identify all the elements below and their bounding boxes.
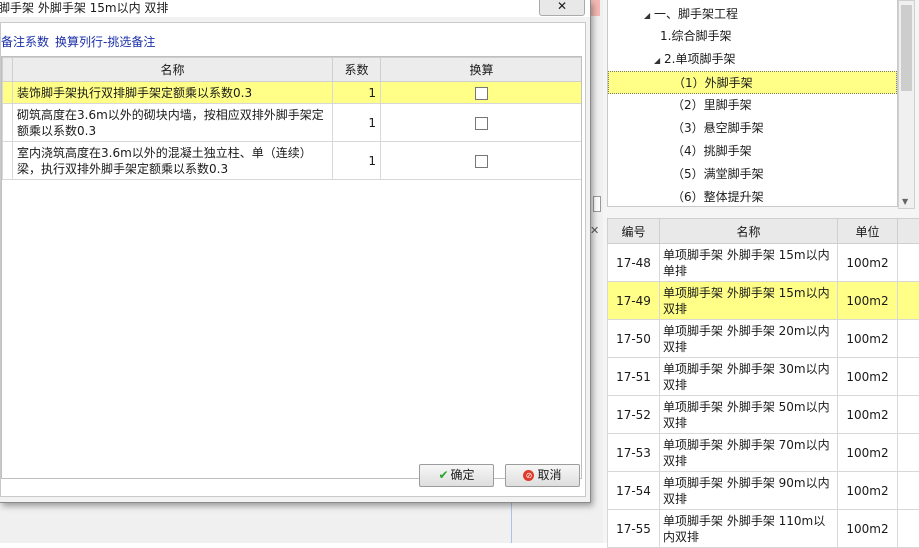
column-header-extra[interactable] bbox=[898, 219, 919, 244]
quota-extra bbox=[898, 282, 919, 320]
row-indicator bbox=[3, 82, 13, 104]
conversion-checkbox[interactable] bbox=[475, 155, 488, 168]
quota-name: 单项脚手架 外脚手架 30m以内双排 bbox=[660, 358, 838, 396]
quota-unit: 100m2 bbox=[838, 358, 898, 396]
table-row[interactable]: 砌筑高度在3.6m以外的砌块内墙，按相应双排外脚手架定额乘以系数0.3 1 bbox=[3, 104, 583, 142]
dialog-title: 脚手架 外脚手架 15m以内 双排 bbox=[0, 0, 590, 17]
conversion-checkbox[interactable] bbox=[475, 117, 488, 130]
remark-name: 室内浇筑高度在3.6m以外的混凝土独立柱、单（连续）梁，执行双排外脚手架定额乘以… bbox=[13, 142, 333, 180]
tree-item-cantilever-scaffold[interactable]: （4）挑脚手架 bbox=[608, 140, 919, 163]
quota-name: 单项脚手架 外脚手架 70m以内双排 bbox=[660, 434, 838, 472]
tree-item-scaffold-chapter[interactable]: ◢一、脚手架工程 bbox=[608, 3, 919, 26]
quota-code: 17-48 bbox=[608, 244, 660, 282]
link-remark-coefficient[interactable]: 备注系数 bbox=[1, 35, 49, 49]
remark-name: 装饰脚手架执行双排脚手架定额乘以系数0.3 bbox=[13, 82, 333, 104]
coefficient-value[interactable]: 1 bbox=[333, 104, 381, 142]
conversion-cell bbox=[381, 142, 583, 180]
row-indicator bbox=[3, 104, 13, 142]
quota-name: 单项脚手架 外脚手架 15m以内双排 bbox=[660, 282, 838, 320]
collapse-icon[interactable]: ✕ bbox=[590, 224, 599, 237]
quota-extra bbox=[898, 396, 919, 434]
quota-name: 单项脚手架 外脚手架 20m以内双排 bbox=[660, 320, 838, 358]
column-header-conversion[interactable]: 换算 bbox=[381, 58, 583, 82]
quota-unit: 100m2 bbox=[838, 434, 898, 472]
quota-code: 17-54 bbox=[608, 472, 660, 510]
column-header-name[interactable]: 名称 bbox=[13, 58, 333, 82]
cancel-icon: ⊘ bbox=[523, 470, 534, 481]
quota-unit: 100m2 bbox=[838, 320, 898, 358]
quota-name: 单项脚手架 外脚手架 50m以内双排 bbox=[660, 396, 838, 434]
table-row[interactable]: 17-53 单项脚手架 外脚手架 70m以内双排 100m2 bbox=[608, 434, 919, 472]
quota-extra bbox=[898, 320, 919, 358]
quota-extra bbox=[898, 358, 919, 396]
tree-item-single-scaffold[interactable]: ◢2.单项脚手架 bbox=[608, 48, 919, 71]
quota-extra bbox=[898, 244, 919, 282]
column-header-coefficient[interactable]: 系数 bbox=[333, 58, 381, 82]
quota-code: 17-50 bbox=[608, 320, 660, 358]
quota-extra bbox=[898, 510, 919, 548]
check-icon: ✔ bbox=[438, 468, 448, 482]
quota-extra bbox=[898, 472, 919, 510]
coefficient-dialog: 脚手架 外脚手架 15m以内 双排 ✕ 备注系数换算列行-挑选备注 名称 系数 … bbox=[0, 0, 591, 503]
row-header bbox=[3, 58, 13, 82]
table-row[interactable]: 17-51 单项脚手架 外脚手架 30m以内双排 100m2 bbox=[608, 358, 919, 396]
tree-item-internal-scaffold[interactable]: （2）里脚手架 bbox=[608, 94, 919, 117]
table-row[interactable]: 室内浇筑高度在3.6m以外的混凝土独立柱、单（连续）梁，执行双排外脚手架定额乘以… bbox=[3, 142, 583, 180]
column-header-code[interactable]: 编号 bbox=[608, 219, 660, 244]
table-row[interactable]: 装饰脚手架执行双排脚手架定额乘以系数0.3 1 bbox=[3, 82, 583, 104]
row-indicator bbox=[3, 142, 13, 180]
table-row[interactable]: 17-54 单项脚手架 外脚手架 90m以内双排 100m2 bbox=[608, 472, 919, 510]
expand-arrow-icon[interactable]: ◢ bbox=[644, 4, 654, 27]
quota-unit: 100m2 bbox=[838, 472, 898, 510]
chapter-tree: ◢一、脚手架工程 1.综合脚手架 ◢2.单项脚手架 （1）外脚手架 （2）里脚手… bbox=[607, 0, 898, 207]
expand-arrow-icon[interactable]: ◢ bbox=[654, 49, 664, 72]
quota-unit: 100m2 bbox=[838, 510, 898, 548]
remark-name: 砌筑高度在3.6m以外的砌块内墙，按相应双排外脚手架定额乘以系数0.3 bbox=[13, 104, 333, 142]
table-row[interactable]: 17-55 单项脚手架 外脚手架 110m以内双排 100m2 bbox=[608, 510, 919, 548]
conversion-checkbox[interactable] bbox=[475, 87, 488, 100]
quota-code: 17-51 bbox=[608, 358, 660, 396]
table-row[interactable]: 17-48 单项脚手架 外脚手架 15m以内单排 100m2 bbox=[608, 244, 919, 282]
conversion-cell bbox=[381, 82, 583, 104]
column-header-name[interactable]: 名称 bbox=[660, 219, 838, 244]
quota-unit: 100m2 bbox=[838, 282, 898, 320]
quota-table: 编号 名称 单位 17-48 单项脚手架 外脚手架 15m以内单排 100m2 … bbox=[607, 218, 919, 548]
tree-item-external-scaffold[interactable]: （1）外脚手架 bbox=[608, 71, 897, 94]
quota-code: 17-55 bbox=[608, 510, 660, 548]
quota-code: 17-52 bbox=[608, 396, 660, 434]
quota-unit: 100m2 bbox=[838, 244, 898, 282]
conversion-cell bbox=[381, 104, 583, 142]
coefficient-value[interactable]: 1 bbox=[333, 82, 381, 104]
quota-code: 17-53 bbox=[608, 434, 660, 472]
scrollbar-thumb[interactable] bbox=[901, 5, 912, 91]
coefficient-value[interactable]: 1 bbox=[333, 142, 381, 180]
tree-item-suspended-scaffold[interactable]: （3）悬空脚手架 bbox=[608, 117, 919, 140]
quota-extra bbox=[898, 434, 919, 472]
dialog-links: 备注系数换算列行-挑选备注 bbox=[1, 33, 161, 50]
cancel-button[interactable]: ⊘取消 bbox=[505, 464, 580, 487]
quota-unit: 100m2 bbox=[838, 396, 898, 434]
ok-button[interactable]: ✔确定 bbox=[419, 464, 494, 487]
dialog-body: 备注系数换算列行-挑选备注 名称 系数 换算 装饰脚手架执行双排脚手架定额乘以系 bbox=[0, 22, 586, 497]
table-row[interactable]: 17-49 单项脚手架 外脚手架 15m以内双排 100m2 bbox=[608, 282, 919, 320]
tree-scrollbar[interactable]: ▼ bbox=[898, 0, 915, 209]
tree-item-comprehensive[interactable]: 1.综合脚手架 bbox=[608, 25, 919, 48]
quota-name: 单项脚手架 外脚手架 90m以内双排 bbox=[660, 472, 838, 510]
quota-name: 单项脚手架 外脚手架 110m以内双排 bbox=[660, 510, 838, 548]
quota-name: 单项脚手架 外脚手架 15m以内单排 bbox=[660, 244, 838, 282]
table-row[interactable]: 17-50 单项脚手架 外脚手架 20m以内双排 100m2 bbox=[608, 320, 919, 358]
tree-item-lifting-scaffold[interactable]: （6）整体提升架 bbox=[608, 186, 919, 209]
quota-code: 17-49 bbox=[608, 282, 660, 320]
background-divider bbox=[511, 500, 512, 543]
column-header-unit[interactable]: 单位 bbox=[838, 219, 898, 244]
tree-item-full-hall-scaffold[interactable]: （5）满堂脚手架 bbox=[608, 163, 919, 186]
coefficient-grid: 名称 系数 换算 装饰脚手架执行双排脚手架定额乘以系数0.3 1 砌筑高度在3 bbox=[1, 56, 582, 479]
panel-splitter-handle[interactable] bbox=[593, 196, 601, 212]
scroll-down-icon[interactable]: ▼ bbox=[902, 197, 908, 206]
close-button[interactable]: ✕ bbox=[539, 0, 585, 16]
link-conversion-select[interactable]: 换算列行-挑选备注 bbox=[55, 35, 155, 49]
table-row[interactable]: 17-52 单项脚手架 外脚手架 50m以内双排 100m2 bbox=[608, 396, 919, 434]
